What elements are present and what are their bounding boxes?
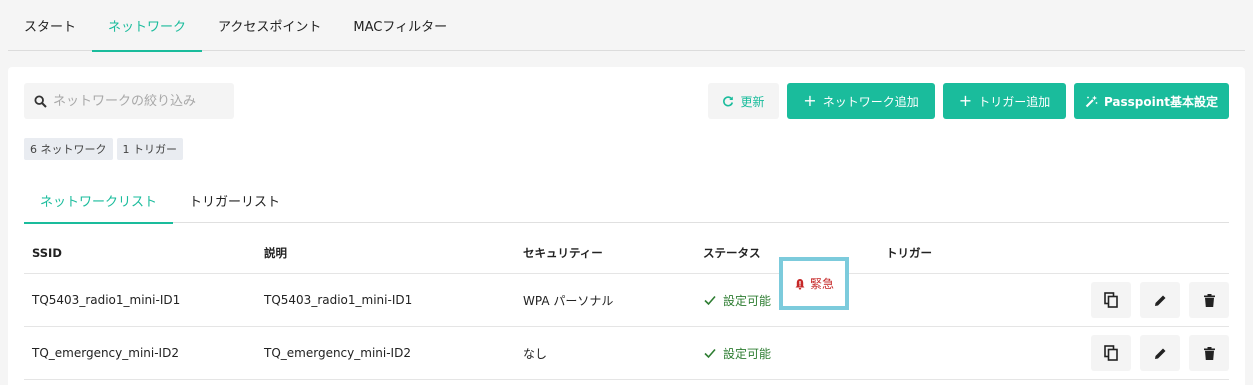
- plus-icon: +: [958, 91, 973, 110]
- copy-button[interactable]: [1091, 335, 1131, 371]
- network-table: SSID 説明 セキュリティー ステータス トリガー TQ5403_radio1…: [24, 233, 1229, 380]
- search-box[interactable]: [24, 83, 234, 119]
- copy-icon: [1104, 292, 1118, 308]
- top-navigation: スタート ネットワーク アクセスポイント MACフィルター: [8, 0, 1245, 52]
- security-cell: WPA パーソナル: [523, 293, 614, 308]
- column-header-description: 説明: [264, 246, 287, 260]
- refresh-button[interactable]: 更新: [708, 83, 779, 119]
- trash-icon: [1203, 346, 1215, 360]
- status-cell: 設定可能: [703, 274, 771, 326]
- emergency-label: 緊急: [809, 277, 834, 291]
- trigger-count-badge: 1 トリガー: [116, 138, 183, 160]
- edit-button[interactable]: [1140, 282, 1180, 318]
- copy-button[interactable]: [1091, 282, 1131, 318]
- description-cell: TQ_emergency_mini-ID2: [264, 346, 411, 360]
- network-panel: 更新 + ネットワーク追加 + トリガー追加 Passpoint基本設定 6 ネ…: [8, 67, 1245, 385]
- pencil-icon: [1154, 294, 1167, 307]
- add-trigger-label: トリガー追加: [978, 94, 1051, 109]
- tab-access-point[interactable]: アクセスポイント: [202, 0, 337, 51]
- table-row[interactable]: TQ_emergency_mini-ID2 TQ_emergency_mini-…: [24, 327, 1229, 380]
- ssid-cell: TQ_emergency_mini-ID2: [32, 346, 179, 360]
- delete-button[interactable]: [1189, 335, 1229, 371]
- refresh-icon: [722, 95, 734, 107]
- column-header-ssid: SSID: [32, 246, 62, 260]
- tab-start[interactable]: スタート: [8, 0, 92, 51]
- check-icon: [703, 346, 717, 360]
- status-cell: 設定可能: [703, 327, 771, 379]
- description-cell: TQ5403_radio1_mini-ID1: [264, 293, 413, 307]
- passpoint-settings-button[interactable]: Passpoint基本設定: [1074, 83, 1229, 119]
- column-header-security: セキュリティー: [523, 246, 603, 260]
- tab-network-list[interactable]: ネットワークリスト: [24, 177, 174, 224]
- row-actions: [1091, 335, 1229, 371]
- table-header: SSID 説明 セキュリティー ステータス トリガー: [24, 233, 1229, 274]
- trash-icon: [1203, 293, 1215, 307]
- magic-wand-icon: [1085, 95, 1098, 108]
- ssid-cell: TQ5403_radio1_mini-ID1: [32, 293, 181, 307]
- passpoint-label: Passpoint基本設定: [1103, 94, 1219, 109]
- security-cell: なし: [523, 346, 548, 361]
- alarm-bell-icon: [794, 278, 806, 290]
- network-count-badge: 6 ネットワーク: [24, 138, 113, 160]
- table-row[interactable]: TQ5403_radio1_mini-ID1 TQ5403_radio1_min…: [24, 274, 1229, 327]
- row-actions: [1091, 282, 1229, 318]
- tab-trigger-list[interactable]: トリガーリスト: [173, 177, 296, 223]
- tab-mac-filter[interactable]: MACフィルター: [337, 0, 463, 51]
- column-header-trigger: トリガー: [886, 246, 932, 260]
- pencil-icon: [1154, 347, 1167, 360]
- delete-button[interactable]: [1189, 282, 1229, 318]
- refresh-label: 更新: [740, 94, 765, 109]
- column-header-status: ステータス: [703, 246, 761, 260]
- edit-button[interactable]: [1140, 335, 1180, 371]
- check-icon: [703, 293, 717, 307]
- count-badges: 6 ネットワーク 1 トリガー: [24, 138, 183, 160]
- plus-icon: +: [803, 91, 817, 110]
- list-tabs: ネットワークリスト トリガーリスト: [24, 177, 1229, 224]
- add-network-button[interactable]: + ネットワーク追加: [787, 83, 935, 119]
- add-network-label: ネットワーク追加: [822, 94, 919, 109]
- add-trigger-button[interactable]: + トリガー追加: [943, 83, 1066, 119]
- emergency-trigger-badge[interactable]: 緊急: [779, 257, 849, 310]
- tab-network[interactable]: ネットワーク: [92, 0, 203, 52]
- copy-icon: [1104, 345, 1118, 361]
- status-label: 設定可能: [723, 346, 772, 361]
- search-icon: [34, 94, 47, 108]
- status-label: 設定可能: [723, 293, 772, 308]
- search-input[interactable]: [53, 93, 223, 109]
